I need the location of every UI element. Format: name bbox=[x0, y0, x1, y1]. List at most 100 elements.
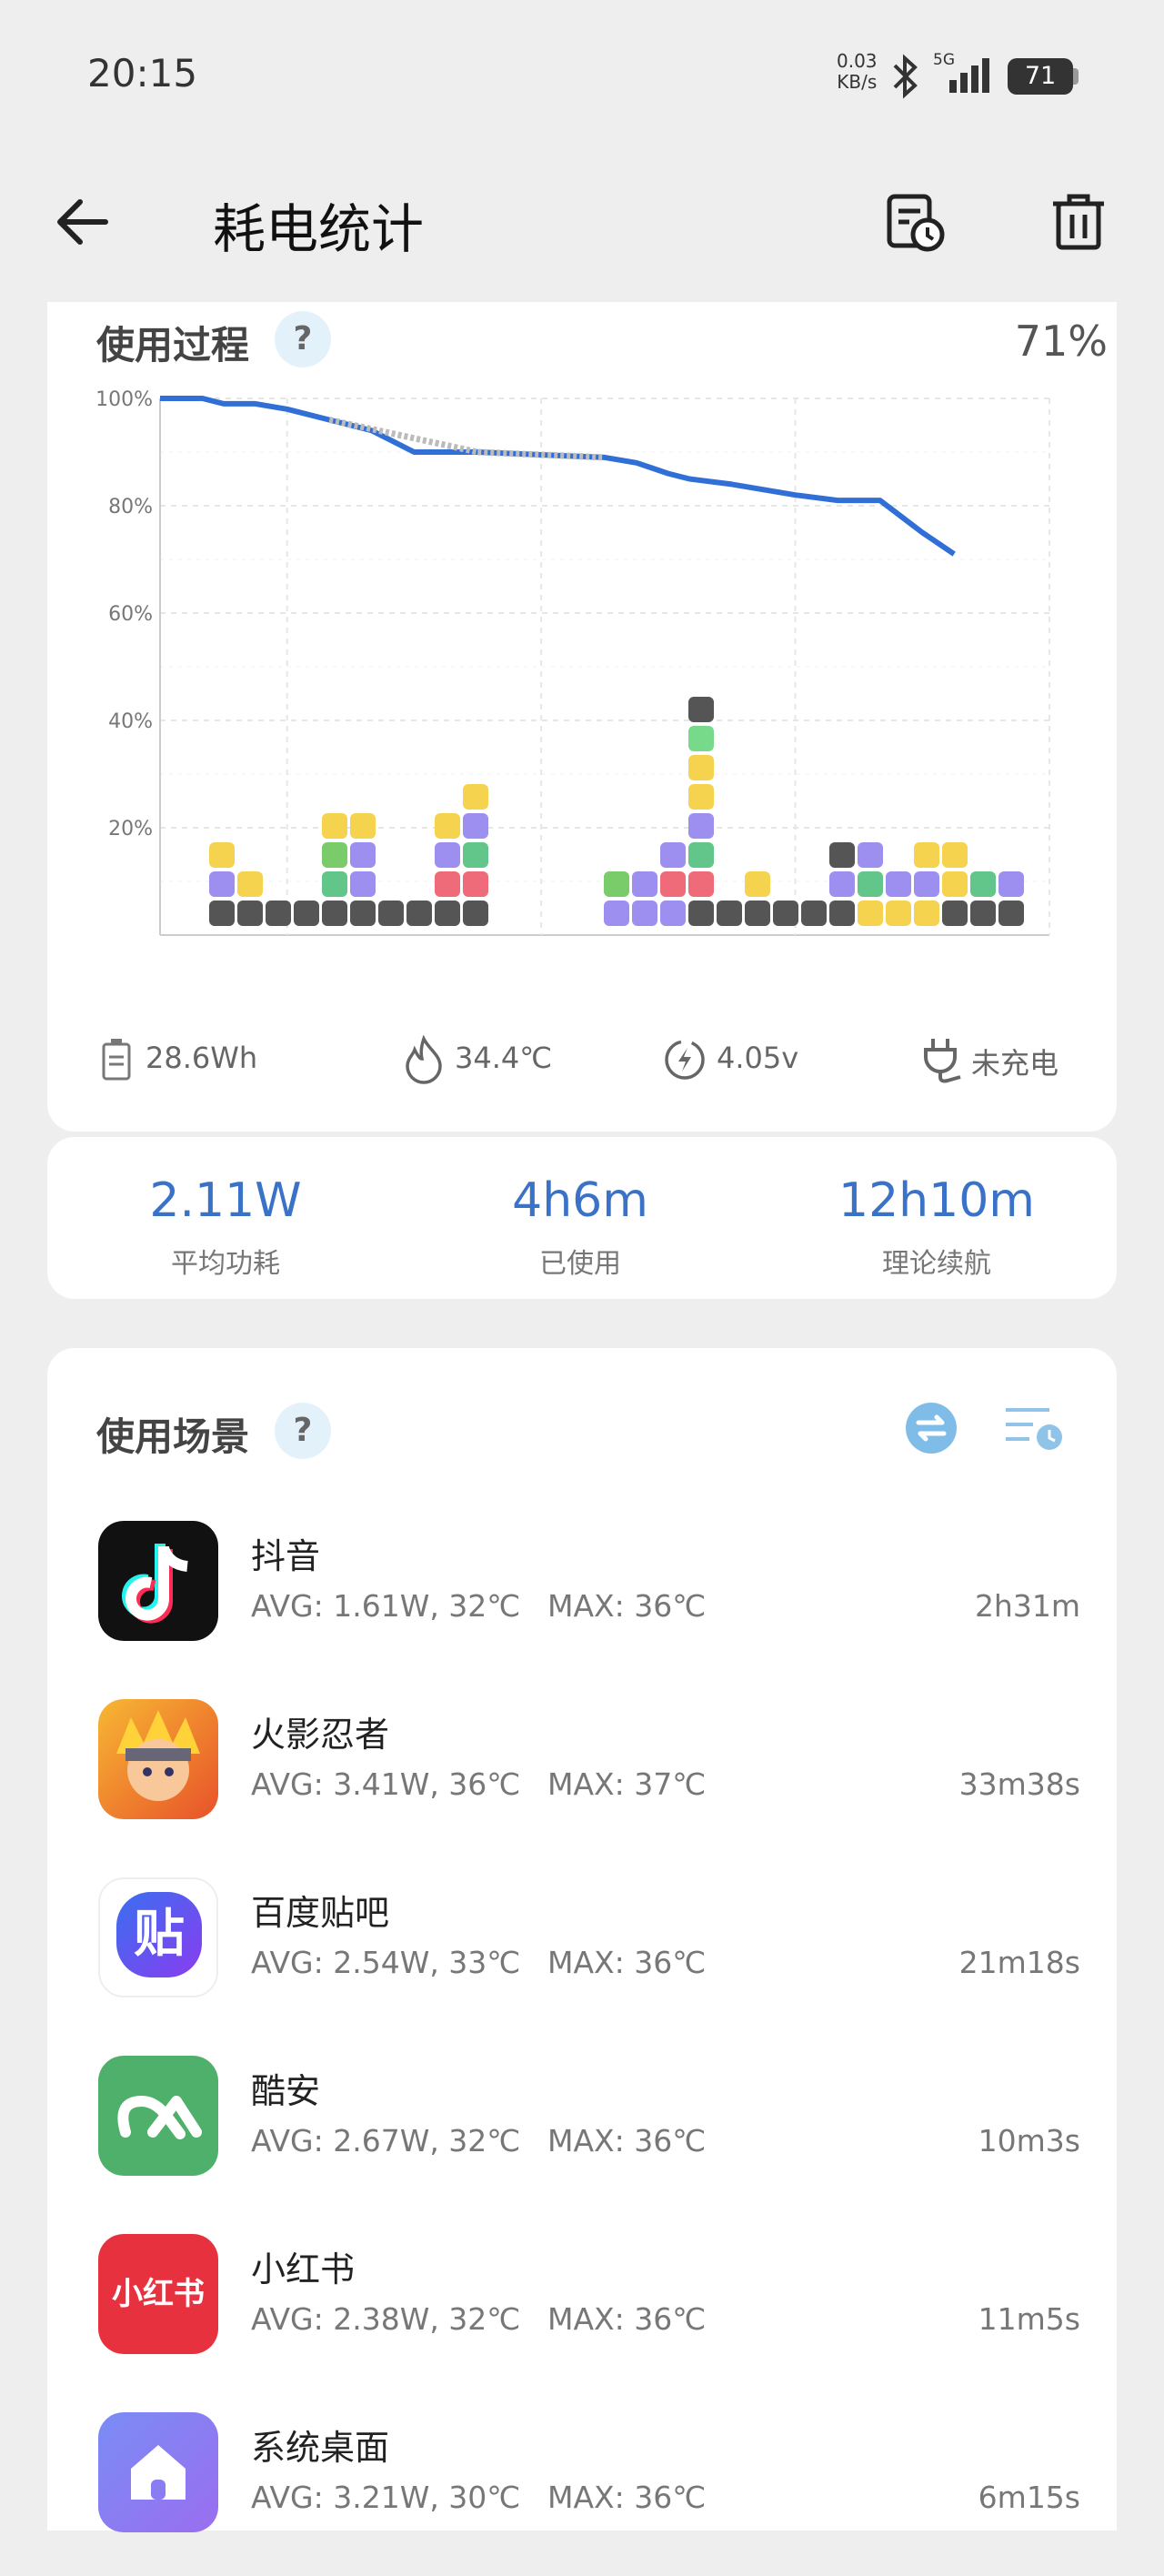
app-name: 百度贴吧 bbox=[251, 1893, 390, 1933]
naruto-icon bbox=[98, 1699, 218, 1819]
y-tick-label: 40% bbox=[108, 710, 153, 733]
app-usage-tile bbox=[942, 842, 968, 868]
app-usage-tile bbox=[914, 901, 939, 926]
estimated-endurance-label: 理论续航 bbox=[882, 1248, 991, 1280]
list-item-douyin[interactable]: 抖音 AVG: 1.61W, 32℃ MAX: 36℃ 2h31m bbox=[98, 1521, 1080, 1685]
app-usage-tile bbox=[435, 871, 460, 897]
xiaohongshu-icon: 小红书 bbox=[98, 2234, 218, 2354]
help-icon[interactable]: ? bbox=[275, 1403, 331, 1459]
app-usage-tile bbox=[858, 901, 883, 926]
app-usage-tile bbox=[970, 871, 996, 897]
app-usage-tile bbox=[463, 842, 488, 868]
app-duration: 6m15s bbox=[978, 2480, 1080, 2515]
battery-nub bbox=[1073, 68, 1079, 85]
app-usage-tile bbox=[266, 901, 291, 926]
tieba-icon: 贴 bbox=[98, 1877, 218, 1997]
app-usage-tile bbox=[745, 871, 770, 897]
temperature: 34.4℃ bbox=[455, 1041, 553, 1075]
app-usage-tile bbox=[463, 871, 488, 897]
app-usage-tile bbox=[688, 755, 714, 780]
app-avg: AVG: 2.38W, 32℃ bbox=[251, 2301, 521, 2337]
help-icon[interactable]: ? bbox=[275, 311, 331, 367]
app-usage-tile bbox=[463, 901, 488, 926]
app-usage-tile bbox=[604, 901, 629, 926]
app-usage-tile bbox=[463, 813, 488, 839]
app-usage-tile bbox=[829, 842, 855, 868]
app-avg: AVG: 2.67W, 32℃ bbox=[251, 2123, 521, 2158]
app-avg: AVG: 3.21W, 30℃ bbox=[251, 2480, 521, 2515]
network-speed: 0.03 KB/s bbox=[837, 50, 878, 93]
app-usage-tile bbox=[829, 871, 855, 897]
sort-by-time-icon[interactable] bbox=[1002, 1401, 1068, 1455]
usage-process-card: 使用过程 ? 100%80%60%40%20%060m3h5h7h 28.6Wh… bbox=[47, 302, 1117, 1132]
y-tick-label: 80% bbox=[108, 496, 153, 518]
app-avg: AVG: 3.41W, 36℃ bbox=[251, 1766, 521, 1802]
status-time: 20:15 bbox=[87, 51, 198, 96]
app-name: 酷安 bbox=[251, 2071, 321, 2111]
app-max: MAX: 36℃ bbox=[547, 2480, 707, 2515]
app-avg: AVG: 1.61W, 32℃ bbox=[251, 1588, 521, 1624]
switch-view-icon[interactable] bbox=[902, 1399, 960, 1457]
app-max: MAX: 36℃ bbox=[547, 1945, 707, 1980]
app-usage-tile bbox=[209, 871, 235, 897]
app-usage-tile bbox=[942, 871, 968, 897]
app-usage-tile bbox=[745, 901, 770, 926]
battery-level-line bbox=[160, 396, 956, 557]
app-duration: 21m18s bbox=[958, 1945, 1080, 1980]
app-usage-tile bbox=[942, 901, 968, 926]
app-duration: 2h31m bbox=[974, 1588, 1080, 1624]
list-item-naruto[interactable]: 火影忍者 AVG: 3.41W, 36℃ MAX: 37℃ 33m38s bbox=[98, 1699, 1080, 1863]
section-title-usage-process: 使用过程 bbox=[96, 323, 250, 367]
app-usage-tile bbox=[660, 842, 686, 868]
app-usage-tile bbox=[604, 871, 629, 897]
douyin-icon bbox=[98, 1521, 218, 1641]
trash-icon[interactable] bbox=[1044, 187, 1113, 257]
app-usage-tile bbox=[350, 813, 376, 839]
list-item-coolapk[interactable]: 酷安 AVG: 2.67W, 32℃ MAX: 36℃ 10m3s bbox=[98, 2056, 1080, 2219]
charger-plug-icon bbox=[924, 1039, 961, 1083]
app-usage-tile bbox=[294, 901, 319, 926]
bluetooth-icon bbox=[893, 54, 918, 99]
app-usage-tile bbox=[378, 901, 404, 926]
app-usage-tile bbox=[322, 813, 347, 839]
app-duration: 11m5s bbox=[978, 2301, 1080, 2337]
launcher-icon bbox=[98, 2412, 218, 2532]
app-max: MAX: 36℃ bbox=[547, 2123, 707, 2158]
app-usage-tile bbox=[209, 901, 235, 926]
app-usage-tile bbox=[435, 842, 460, 868]
app-name: 系统桌面 bbox=[251, 2428, 390, 2468]
app-usage-tile bbox=[350, 901, 376, 926]
app-usage-tile bbox=[970, 901, 996, 926]
app-usage-tile bbox=[858, 842, 883, 868]
history-icon[interactable] bbox=[880, 187, 949, 257]
coolapk-icon bbox=[98, 2056, 218, 2176]
app-usage-tile bbox=[209, 842, 235, 868]
app-usage-tile bbox=[688, 784, 714, 810]
section-title-usage-scenes: 使用场景 bbox=[96, 1414, 250, 1459]
app-usage-tile bbox=[237, 871, 263, 897]
app-usage-tile bbox=[688, 871, 714, 897]
app-usage-tile bbox=[322, 842, 347, 868]
app-max: MAX: 37℃ bbox=[547, 1766, 707, 1802]
app-usage-tile bbox=[435, 813, 460, 839]
battery-chart: 100%80%60%40%20%060m3h5h7h bbox=[95, 388, 1050, 936]
app-name: 抖音 bbox=[251, 1536, 321, 1576]
y-tick-label: 100% bbox=[95, 388, 153, 411]
battery-capacity-icon bbox=[102, 1039, 131, 1081]
app-usage-tile bbox=[998, 871, 1024, 897]
app-usage-tile bbox=[660, 901, 686, 926]
app-usage-tile bbox=[886, 871, 911, 897]
list-item-tieba[interactable]: 贴 百度贴吧 AVG: 2.54W, 33℃ MAX: 36℃ 21m18s bbox=[98, 1877, 1080, 2041]
battery-capacity: 28.6Wh bbox=[146, 1041, 258, 1075]
app-usage-tile bbox=[801, 901, 827, 926]
app-usage-tile bbox=[350, 842, 376, 868]
summary-card: 2.11W 平均功耗 4h6m 已使用 12h10m 理论续航 bbox=[47, 1137, 1117, 1299]
app-usage-tile bbox=[463, 784, 488, 810]
used-time-label: 已使用 bbox=[539, 1248, 621, 1280]
list-item-xiaohongshu[interactable]: 小红书 小红书 AVG: 2.38W, 32℃ MAX: 36℃ 11m5s bbox=[98, 2234, 1080, 2398]
back-arrow-icon[interactable] bbox=[51, 189, 116, 255]
y-tick-label: 20% bbox=[108, 818, 153, 840]
list-item-launcher[interactable]: 系统桌面 AVG: 3.21W, 30℃ MAX: 36℃ 6m15s bbox=[98, 2412, 1080, 2576]
temperature-icon bbox=[406, 1035, 442, 1084]
charging-status: 未充电 bbox=[971, 1046, 1059, 1081]
